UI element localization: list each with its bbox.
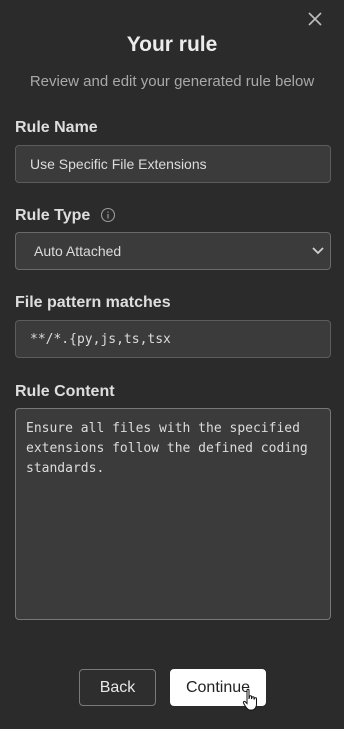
hand-cursor-icon <box>242 688 257 711</box>
rule-content-textarea[interactable]: Ensure all files with the specified exte… <box>15 408 331 620</box>
file-pattern-value: **/*.{py,js,ts,tsx <box>30 331 171 347</box>
rule-name-value: Use Specific File Extensions <box>30 156 207 172</box>
rule-name-input[interactable]: Use Specific File Extensions <box>15 145 331 183</box>
rule-content-label: Rule Content <box>15 383 115 400</box>
file-pattern-label: File pattern matches <box>15 294 171 311</box>
dialog-subtitle: Review and edit your generated rule belo… <box>29 73 315 90</box>
rule-type-label: Rule Type <box>15 207 91 224</box>
dialog-title: Your rule <box>126 33 218 56</box>
chevron-down-icon <box>312 247 324 255</box>
close-button[interactable] <box>304 8 326 30</box>
back-button[interactable]: Back <box>79 669 156 706</box>
file-pattern-input[interactable]: **/*.{py,js,ts,tsx <box>15 320 331 358</box>
rule-type-select[interactable]: Auto Attached <box>15 232 331 270</box>
rule-name-label: Rule Name <box>15 119 98 136</box>
close-icon <box>308 12 322 26</box>
rule-type-selected: Auto Attached <box>34 243 122 259</box>
info-icon[interactable] <box>100 207 116 223</box>
